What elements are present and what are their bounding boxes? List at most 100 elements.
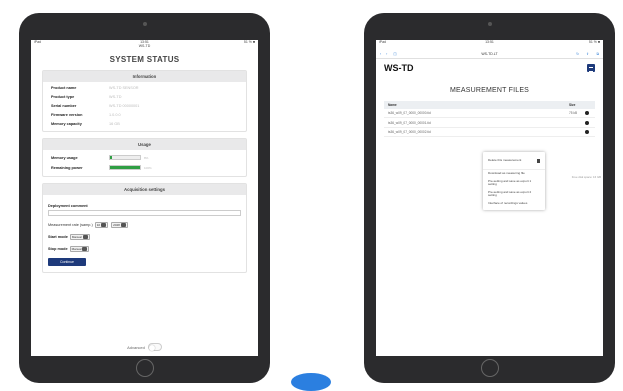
acquisition-panel: Acquisition settings Deployment comment …	[42, 183, 247, 274]
home-button[interactable]	[135, 359, 154, 377]
info-label: Product type	[51, 95, 75, 100]
table-row[interactable]: ts36_w09_07_0000_00002.tid	[384, 128, 595, 138]
start-mode-row: Start mode Manual	[48, 234, 241, 241]
usage-row: Remaining power 100%	[43, 163, 246, 173]
rate-select-1[interactable]: 10	[94, 222, 109, 229]
usage-panel: Usage Memory usage 8% Remaining power 10…	[42, 137, 247, 178]
info-value: WS-TD	[109, 95, 122, 100]
reload-icon[interactable]: ↻	[576, 52, 579, 56]
menu-item-interface[interactable]: Interface of recordings values	[483, 200, 545, 208]
tabs-icon[interactable]: ⧉	[597, 52, 600, 56]
table-header: Name Size	[384, 101, 595, 109]
stop-mode-select[interactable]: Manual	[69, 246, 90, 253]
device-label: iPad	[379, 40, 387, 44]
file-actions-icon[interactable]	[585, 111, 589, 116]
table-row[interactable]: ts36_w09_07_0000_00000.tid 75 kB	[384, 109, 595, 119]
deployment-comment-input[interactable]	[48, 210, 241, 217]
info-row: Firmware version 1.0.0.0	[43, 110, 246, 119]
advanced-toggle[interactable]	[147, 343, 162, 351]
usage-percent: 100%	[144, 165, 152, 170]
camera-icon	[142, 22, 147, 26]
panel-header: Usage	[43, 138, 246, 150]
device-label: iPad	[34, 40, 42, 44]
info-label: Serial number	[51, 103, 77, 108]
remaining-power-bar	[109, 165, 141, 171]
menu-item-export-1[interactable]: Pre-setting and save as export 1 setting	[483, 178, 545, 189]
measurement-rate-row: Measurement rate (samp.) 10 2048	[48, 222, 241, 229]
battery-indicator: 51 % ■	[243, 40, 255, 44]
remaining-power-fill	[110, 166, 140, 170]
select-value: 2048	[113, 223, 120, 228]
info-row: Product name WS-TD SENSOR	[43, 84, 246, 93]
usage-percent: 8%	[144, 155, 149, 160]
trash-icon	[537, 159, 540, 163]
system-status-screen: iPad 13:51 WS-TD 51 % ■ SYSTEM STATUS In…	[31, 40, 258, 356]
status-bar: iPad 13:51 51 % ■	[376, 40, 603, 49]
page-title: MEASUREMENT FILES	[449, 87, 530, 94]
usage-row: Memory usage 8%	[43, 153, 246, 163]
info-value: 16 GB	[109, 121, 120, 126]
select-value: Manual	[71, 235, 82, 240]
table-row[interactable]: ts36_w09_07_0000_00001.tid	[384, 118, 595, 128]
info-row: Product type WS-TD	[43, 93, 246, 102]
chevron-down-icon	[82, 247, 88, 252]
info-value: 1.0.0.0	[109, 112, 121, 117]
menu-item-label: Delete this measurement	[488, 158, 522, 162]
file-action-menu: Delete this measurement Download as meas…	[483, 152, 545, 210]
stop-mode-label: Stop mode	[48, 247, 68, 252]
page-title: SYSTEM STATUS	[109, 55, 180, 64]
brand-logo[interactable]: WS-TD	[384, 63, 414, 73]
measurement-files-screen: iPad 13:51 51 % ■ ‹ › ◫ WS-TD.LT ↻ ⇪ ⧉ W…	[376, 40, 603, 356]
continue-button[interactable]: Continue	[48, 258, 86, 267]
column-size: Size	[569, 103, 576, 107]
decorative-blob	[291, 373, 331, 391]
status-subtitle: WS-TD	[138, 43, 151, 48]
tablet-right: iPad 13:51 51 % ■ ‹ › ◫ WS-TD.LT ↻ ⇪ ⧉ W…	[364, 13, 615, 383]
share-icon[interactable]: ⇪	[586, 52, 589, 56]
info-label: Firmware version	[51, 112, 83, 117]
free-space-label: Free disk space: 16 GB	[571, 175, 601, 179]
select-value: 10	[96, 223, 101, 228]
camera-icon	[487, 22, 492, 26]
usage-label: Memory usage	[51, 155, 78, 160]
info-row: Memory capacity 16 GB	[43, 119, 246, 128]
column-name: Name	[388, 103, 397, 107]
deployment-comment-label: Deployment comment	[48, 204, 88, 209]
menu-item-delete[interactable]: Delete this measurement	[483, 154, 545, 170]
file-name[interactable]: ts36_w09_07_0000_00001.tid	[388, 121, 569, 125]
memory-usage-fill	[110, 156, 113, 160]
panel-header: Information	[43, 71, 246, 82]
start-mode-label: Start mode	[48, 235, 68, 240]
tablet-left: iPad 13:51 WS-TD 51 % ■ SYSTEM STATUS In…	[19, 13, 270, 383]
file-name[interactable]: ts36_w09_07_0000_00002.tid	[388, 130, 569, 134]
info-value: WS-TD 00000001	[109, 103, 140, 108]
memory-usage-bar	[109, 155, 141, 161]
advanced-label: Advanced	[127, 344, 145, 350]
menu-item-download[interactable]: Download as measuring file	[483, 170, 545, 178]
browser-bar: ‹ › ◫ WS-TD.LT ↻ ⇪ ⧉	[376, 49, 603, 59]
rate-select-2[interactable]: 2048	[111, 222, 128, 229]
menu-icon[interactable]	[587, 64, 595, 72]
chevron-down-icon	[101, 223, 107, 228]
file-actions-icon[interactable]	[585, 129, 589, 134]
file-actions-icon[interactable]	[585, 120, 589, 125]
stop-mode-row: Stop mode Manual	[48, 246, 241, 253]
files-table: Name Size ts36_w09_07_0000_00000.tid 75 …	[384, 101, 595, 138]
file-name[interactable]: ts36_w09_07_0000_00000.tid	[388, 111, 569, 115]
start-mode-select[interactable]: Manual	[69, 234, 90, 241]
information-panel: Information Product name WS-TD SENSOR Pro…	[42, 70, 247, 132]
advanced-row: Advanced	[31, 343, 258, 351]
info-label: Product name	[51, 86, 77, 91]
measurement-rate-label: Measurement rate (samp.)	[48, 223, 93, 228]
info-label: Memory capacity	[51, 121, 82, 126]
chevron-down-icon	[82, 235, 88, 240]
menu-item-export-2[interactable]: Pre-setting and save as export 2 setting	[483, 189, 545, 200]
chevron-down-icon	[120, 223, 126, 228]
home-button[interactable]	[480, 359, 499, 377]
status-time: 13:51	[485, 40, 494, 44]
info-value: WS-TD SENSOR	[109, 86, 139, 91]
usage-label: Remaining power	[51, 165, 83, 170]
url-field[interactable]: WS-TD.LT	[376, 52, 603, 56]
select-value: Manual	[71, 247, 82, 252]
status-bar: iPad 13:51 WS-TD 51 % ■	[31, 40, 258, 49]
